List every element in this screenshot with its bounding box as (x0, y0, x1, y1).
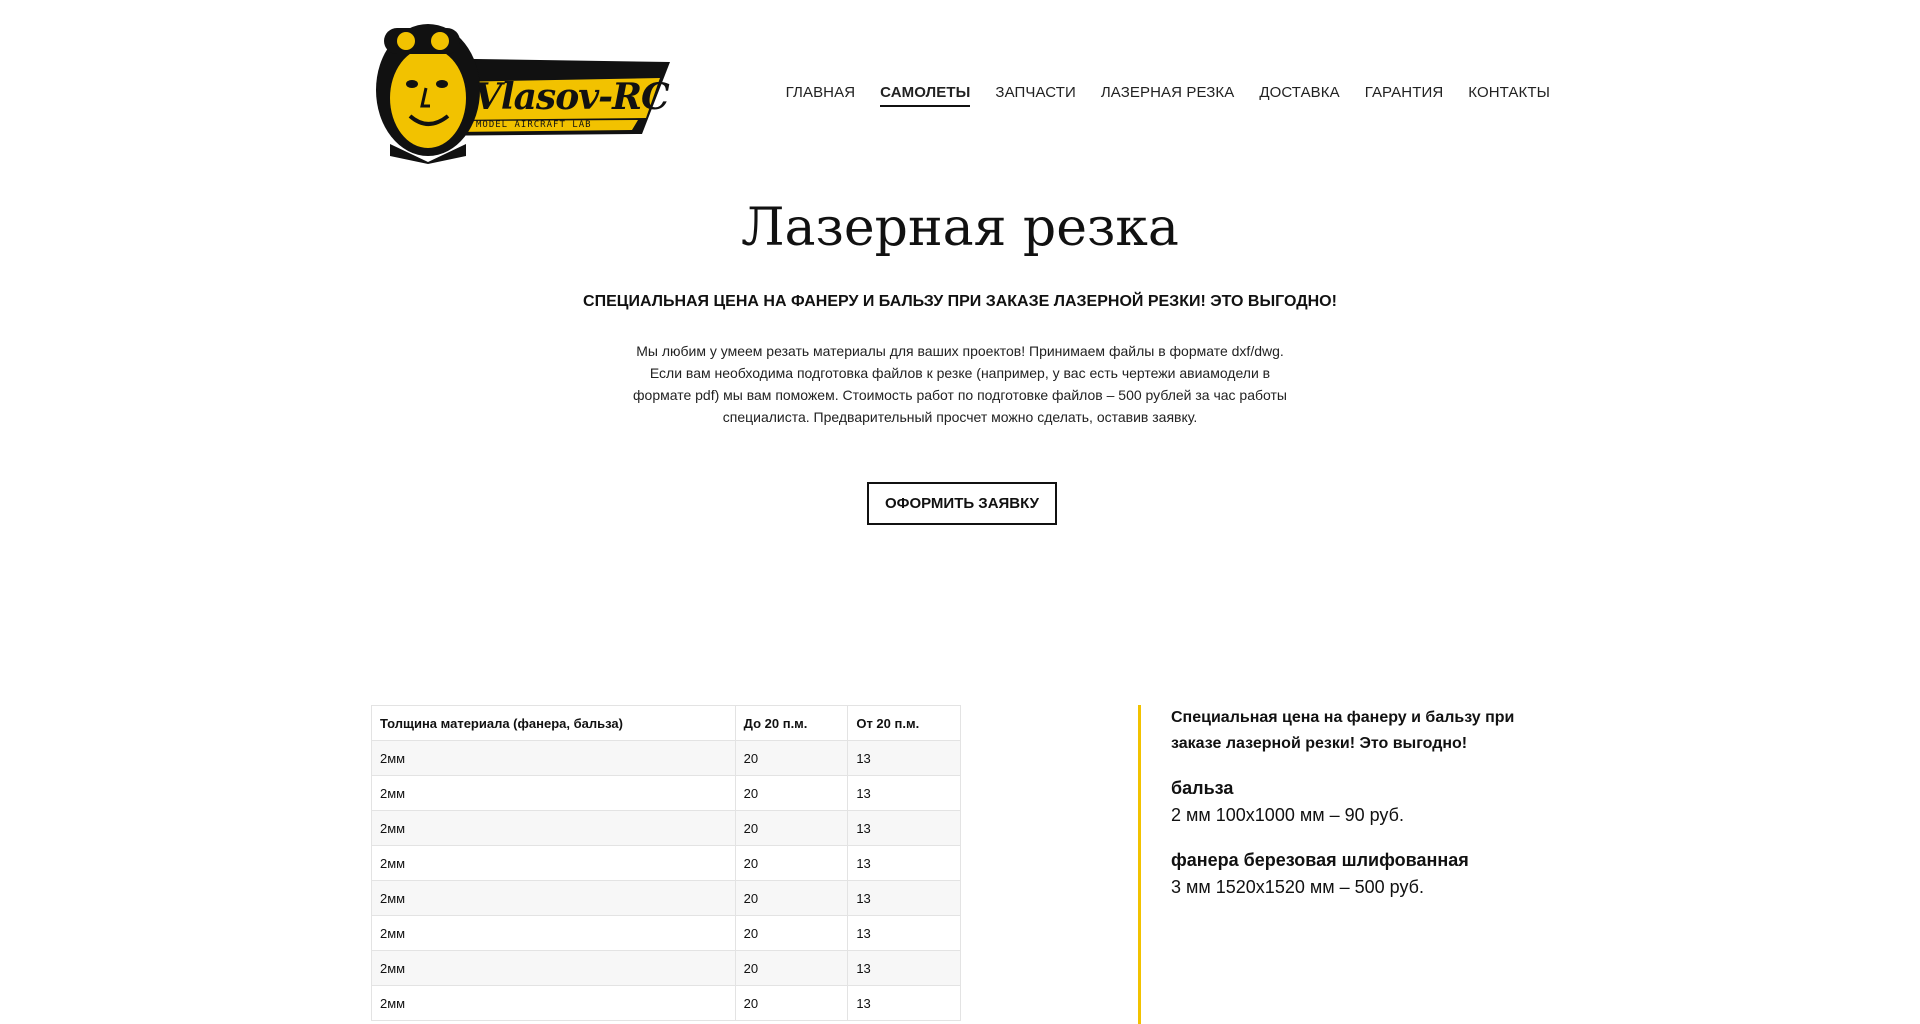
nav-item-planes[interactable]: САМОЛЕТЫ (880, 84, 971, 107)
offer-item-title: фанера березовая шлифованная (1171, 850, 1469, 870)
special-offer-heading: Специальная цена на фанеру и бальзу при … (1171, 709, 1515, 752)
table-header-row: Толщина материала (фанера, бальза) До 20… (371, 705, 961, 741)
table-cell: 2мм (371, 740, 736, 776)
table-cell: 13 (847, 845, 961, 881)
nav-item-home[interactable]: ГЛАВНАЯ (786, 84, 856, 107)
table-cell: 2мм (371, 810, 736, 846)
table-cell: 2мм (371, 845, 736, 881)
table-cell: 13 (847, 880, 961, 916)
logo-tagline: MODEL AIRCRAFT LAB (476, 120, 592, 130)
table-cell: 2мм (371, 950, 736, 986)
table-cell: 20 (734, 985, 849, 1021)
table-row: 2мм 20 13 (371, 880, 961, 916)
hero-subtitle: СПЕЦИАЛЬНАЯ ЦЕНА НА ФАНЕРУ И БАЛЬЗУ ПРИ … (583, 293, 1337, 310)
table-row: 2мм 20 13 (371, 950, 961, 986)
main-nav: ГЛАВНАЯ САМОЛЕТЫ ЗАПЧАСТИ ЛАЗЕРНАЯ РЕЗКА… (786, 84, 1550, 107)
hero-description: Мы любим у умеем резать материалы для ва… (633, 343, 1287, 425)
table-cell: 2мм (371, 985, 736, 1021)
price-table: Толщина материала (фанера, бальза) До 20… (371, 705, 961, 1021)
column-header-from-20: От 20 п.м. (847, 705, 961, 741)
table-cell: 13 (847, 775, 961, 811)
table-cell: 20 (734, 845, 849, 881)
table-row: 2мм 20 13 (371, 915, 961, 951)
page-title: Лазерная резка (741, 198, 1179, 258)
table-cell: 20 (734, 810, 849, 846)
offer-item-title: бальза (1171, 778, 1234, 798)
table-cell: 13 (847, 950, 961, 986)
nav-item-laser-cutting[interactable]: ЛАЗЕРНАЯ РЕЗКА (1101, 84, 1234, 107)
table-cell: 13 (847, 810, 961, 846)
nav-item-parts[interactable]: ЗАПЧАСТИ (995, 84, 1075, 107)
nav-item-contacts[interactable]: КОНТАКТЫ (1468, 84, 1550, 107)
table-cell: 20 (734, 950, 849, 986)
logo-wordmark: Vlasov-RC (474, 76, 670, 118)
column-header-thickness: Толщина материала (фанера, бальза) (371, 705, 736, 741)
table-row: 2мм 20 13 (371, 985, 961, 1021)
nav-item-warranty[interactable]: ГАРАНТИЯ (1365, 84, 1444, 107)
table-row: 2мм 20 13 (371, 775, 961, 811)
table-cell: 20 (734, 880, 849, 916)
table-cell: 13 (847, 915, 961, 951)
site-header: Vlasov-RC MODEL AIRCRAFT LAB ГЛАВНАЯ САМ… (370, 18, 1550, 168)
offer-item-price: 3 мм 1520х1520 мм – 500 руб. (1171, 877, 1424, 897)
table-row: 2мм 20 13 (371, 740, 961, 776)
table-cell: 2мм (371, 775, 736, 811)
column-header-up-to-20: До 20 п.м. (734, 705, 849, 741)
offer-item-price: 2 мм 100х1000 мм – 90 руб. (1171, 805, 1404, 825)
table-row: 2мм 20 13 (371, 810, 961, 846)
page: Vlasov-RC MODEL AIRCRAFT LAB ГЛАВНАЯ САМ… (0, 0, 1920, 1024)
table-cell: 13 (847, 740, 961, 776)
order-request-button[interactable]: ОФОРМИТЬ ЗАЯВКУ (867, 482, 1057, 525)
site-logo[interactable]: Vlasov-RC MODEL AIRCRAFT LAB (370, 18, 670, 164)
table-cell: 13 (847, 985, 961, 1021)
table-cell: 20 (734, 740, 849, 776)
table-cell: 2мм (371, 915, 736, 951)
nav-item-delivery[interactable]: ДОСТАВКА (1259, 84, 1339, 107)
table-cell: 2мм (371, 880, 736, 916)
table-cell: 20 (734, 775, 849, 811)
special-offer-panel: Специальная цена на фанеру и бальзу при … (1138, 705, 1558, 1024)
table-cell: 20 (734, 915, 849, 951)
table-row: 2мм 20 13 (371, 845, 961, 881)
